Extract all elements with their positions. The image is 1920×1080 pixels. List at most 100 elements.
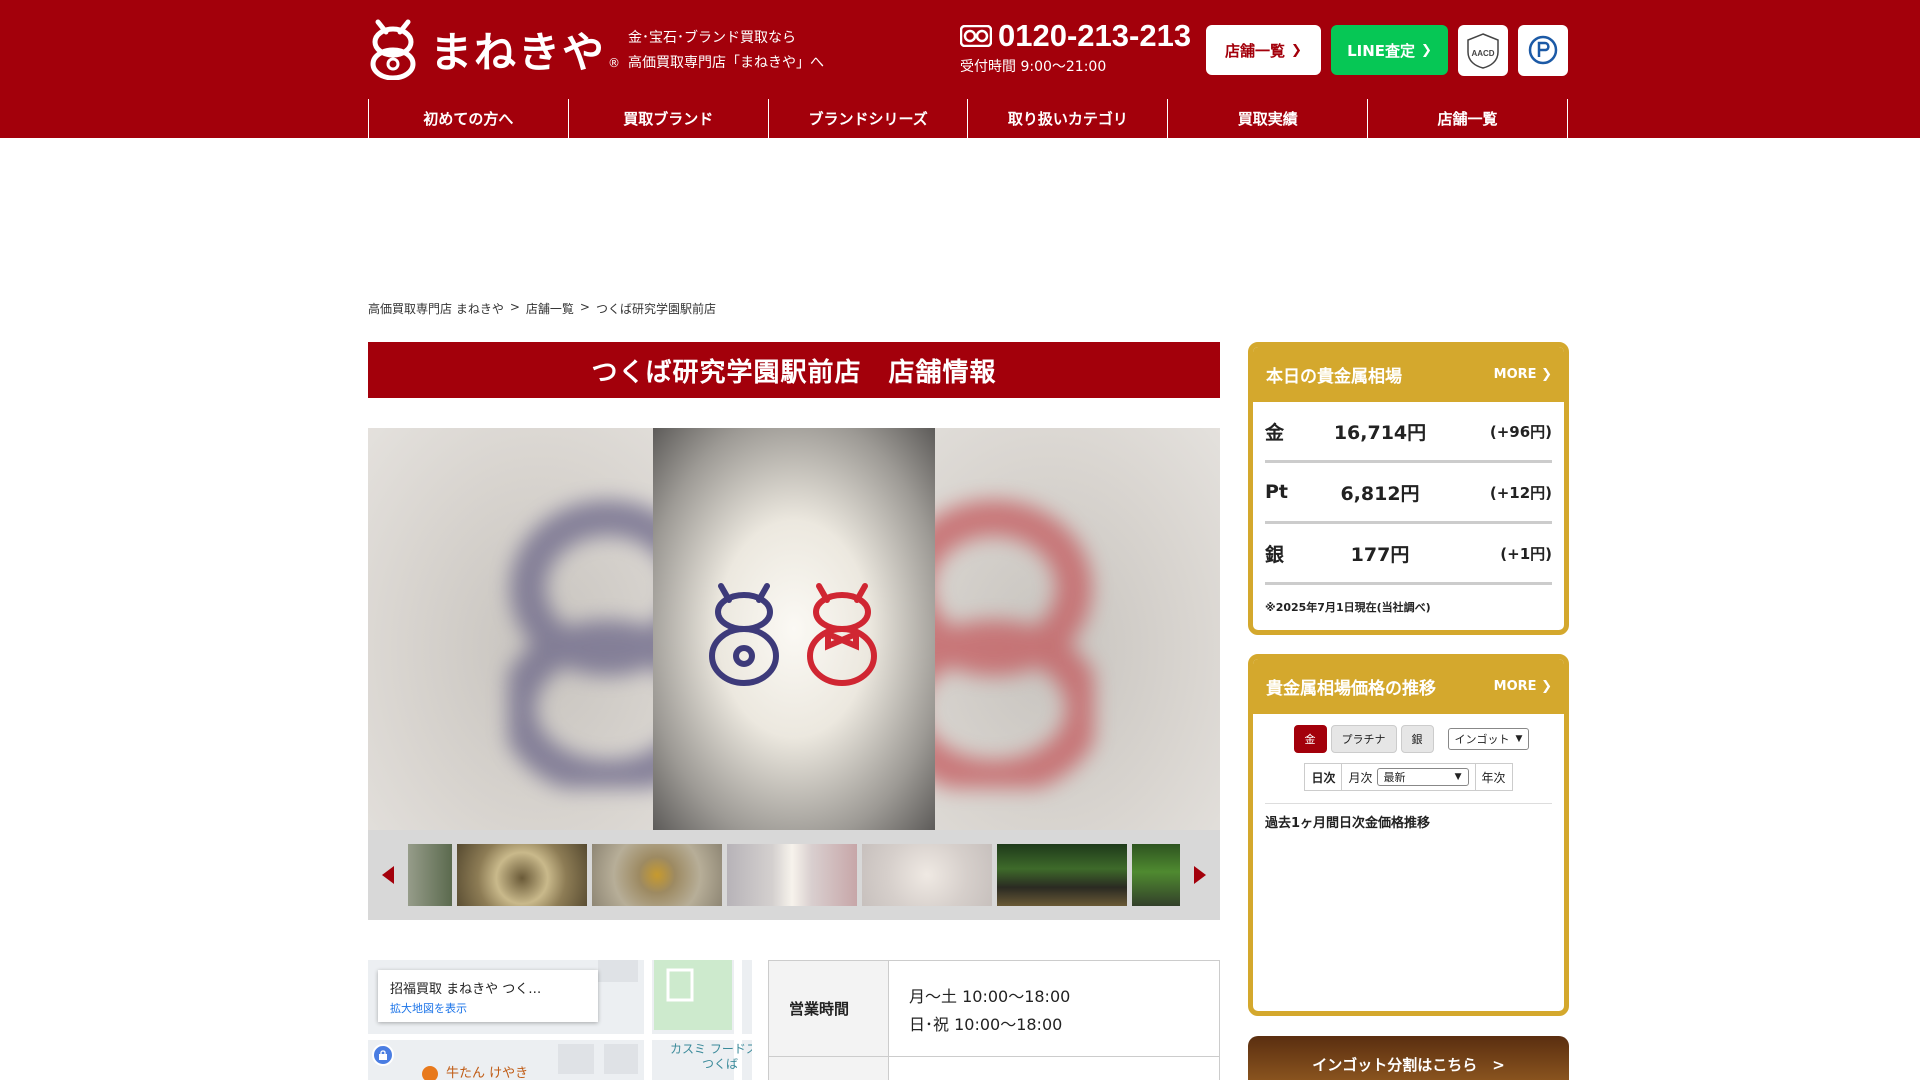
hours-header: 営業時間 xyxy=(769,961,889,1056)
chart-title: 過去1ヶ月間日次金価格推移 xyxy=(1265,803,1552,831)
rate-price: 177円 xyxy=(1350,543,1410,566)
chevron-down-icon: ▼ xyxy=(1515,734,1523,744)
logo-registered-mark: ® xyxy=(608,56,621,70)
table-row xyxy=(769,1057,1219,1080)
ingot-split-label: インゴット分割はこちら > xyxy=(1312,1056,1505,1074)
tab-platinum[interactable]: プラチナ xyxy=(1330,725,1397,753)
more-label: MORE xyxy=(1493,367,1537,382)
chevron-right-icon: ❯ xyxy=(1421,42,1432,58)
gallery-side-image-left xyxy=(368,428,654,830)
blurred-cat-logo-image xyxy=(508,500,654,788)
chevron-down-icon: ▼ xyxy=(1454,772,1462,782)
tab-gold[interactable]: 金 xyxy=(1293,725,1327,753)
hours-value: 月〜土 10:00〜18:00 日･祝 10:00〜18:00 xyxy=(889,961,1090,1056)
metal-tabs: 金 プラチナ 銀 インゴット ▼ xyxy=(1253,725,1564,753)
global-nav: 初めての方へ 買取ブランド ブランドシリーズ 取り扱いカテゴリ 買取実績 店舗一… xyxy=(368,99,1568,138)
rate-diff: (+12円) xyxy=(1489,483,1552,502)
table-row: 営業時間 月〜土 10:00〜18:00 日･祝 10:00〜18:00 xyxy=(769,961,1219,1057)
price-trend-more-link[interactable]: MORE ❯ xyxy=(1494,679,1552,694)
period-daily[interactable]: 日次 xyxy=(1305,764,1343,790)
price-trend-header: 貴金属相場価格の推移 MORE ❯ xyxy=(1253,659,1564,714)
tagline-line-2: 高価買取専門店「まねきや」へ xyxy=(628,55,824,71)
lock-icon xyxy=(379,1050,387,1060)
maneki-neko-logo-icon xyxy=(370,19,416,80)
gallery-side-image-right xyxy=(934,428,1220,830)
month-select-value: 最新 xyxy=(1383,771,1406,784)
gallery-thumbnail[interactable] xyxy=(457,844,587,906)
gallery-thumbnail-strip xyxy=(368,830,1220,920)
nav-item-shops[interactable]: 店舗一覧 xyxy=(1368,99,1568,138)
arrow-left-icon[interactable] xyxy=(382,866,394,884)
maneki-neko-sign-image xyxy=(709,583,877,686)
phone-block[interactable]: 0120-213-213 受付時間 9:00〜21:00 xyxy=(960,18,1191,76)
price-trend-title: 貴金属相場価格の推移 xyxy=(1266,679,1436,699)
tagline-line-1: 金･宝石･ブランド買取なら xyxy=(628,30,796,46)
metal-rates-box: 本日の貴金属相場 MORE ❯ 金 16,714円 (+96円) Pt 6,81… xyxy=(1248,342,1569,635)
rate-row-platinum: Pt 6,812円 (+12円) xyxy=(1265,463,1552,524)
metal-rates-header: 本日の貴金属相場 MORE ❯ xyxy=(1253,347,1564,402)
breadcrumb: 高価買取専門店 まねきや > 店舗一覧 > つくば研究学園駅前店 xyxy=(368,300,716,317)
rate-row-gold: 金 16,714円 (+96円) xyxy=(1265,402,1552,463)
line-appraisal-button[interactable]: LINE査定 ❯ xyxy=(1331,25,1448,75)
hours-weekday: 月〜土 10:00〜18:00 xyxy=(909,987,1071,1006)
nav-item-brand-series[interactable]: ブランドシリーズ xyxy=(769,99,969,138)
map-place-name: 招福買取 まねきや つく… xyxy=(390,982,542,997)
lock-pin-icon[interactable] xyxy=(372,1044,394,1066)
period-monthly[interactable]: 月次 最新 ▼ xyxy=(1342,764,1476,790)
map-label: カスミ フードス xyxy=(670,1042,752,1056)
breadcrumb-separator: > xyxy=(579,300,590,314)
hours-holiday: 日･祝 10:00〜18:00 xyxy=(909,1015,1063,1034)
chevron-right-icon: ❯ xyxy=(1541,679,1552,694)
arrow-right-icon[interactable] xyxy=(1194,866,1206,884)
aacd-badge-text: AACD xyxy=(1471,49,1494,58)
header-tagline: 金･宝石･ブランド買取なら 高価買取専門店「まねきや」へ xyxy=(628,26,824,76)
period-monthly-label: 月次 xyxy=(1348,770,1373,785)
product-type-value: インゴット xyxy=(1454,733,1510,746)
nav-item-first-time[interactable]: 初めての方へ xyxy=(369,99,569,138)
breadcrumb-home[interactable]: 高価買取専門店 まねきや xyxy=(368,300,504,317)
nav-item-categories[interactable]: 取り扱いカテゴリ xyxy=(968,99,1169,138)
product-type-select[interactable]: インゴット ▼ xyxy=(1447,728,1530,750)
rate-price: 6,812円 xyxy=(1340,482,1420,505)
gallery-thumbnail[interactable] xyxy=(1132,844,1180,906)
month-select[interactable]: 最新 ▼ xyxy=(1376,768,1469,786)
rate-row-silver: 銀 177円 (+1円) xyxy=(1265,524,1552,585)
ingot-split-banner[interactable]: インゴット分割はこちら > xyxy=(1248,1036,1569,1080)
rates-note: ※2025年7月1日現在(当社調べ) xyxy=(1265,601,1431,614)
shop-list-label: 店舗一覧 xyxy=(1225,41,1286,60)
site-header: まねきや ® 金･宝石･ブランド買取なら 高価買取専門店「まねきや」へ 0120… xyxy=(0,0,1920,138)
period-yearly[interactable]: 年次 xyxy=(1476,764,1512,790)
rate-diff: (+1円) xyxy=(1500,544,1552,563)
privacy-mark-badge[interactable] xyxy=(1518,25,1568,76)
rate-metal: 金 xyxy=(1265,421,1285,444)
metal-rates-more-link[interactable]: MORE ❯ xyxy=(1494,367,1552,382)
breadcrumb-shop-list[interactable]: 店舗一覧 xyxy=(526,300,574,317)
nav-item-results[interactable]: 買取実績 xyxy=(1168,99,1369,138)
map-label: 牛たん けやき xyxy=(446,1066,528,1080)
map-expand-link[interactable]: 拡大地図を表示 xyxy=(390,1000,586,1016)
thumbnail-list xyxy=(408,844,1180,906)
aacd-badge[interactable]: AACD xyxy=(1458,25,1508,76)
site-logo[interactable]: まねきや ® xyxy=(368,18,620,80)
gallery-thumbnail[interactable] xyxy=(727,844,857,906)
gallery-thumbnail[interactable] xyxy=(997,844,1127,906)
rate-metal: Pt xyxy=(1265,481,1289,503)
shop-map[interactable]: カスミ フードス つくば 牛たん けやき 招福買取 まねきや つく… 拡大地図を… xyxy=(368,960,752,1080)
rate-diff: (+96円) xyxy=(1489,422,1552,441)
gallery-thumbnail[interactable] xyxy=(862,844,992,906)
table-header-cell xyxy=(769,1057,889,1080)
nav-item-brands[interactable]: 買取ブランド xyxy=(569,99,769,138)
gallery-thumbnail[interactable] xyxy=(592,844,722,906)
header-shop-list-button[interactable]: 店舗一覧 ❯ xyxy=(1206,25,1321,75)
tab-silver[interactable]: 銀 xyxy=(1400,725,1434,753)
shop-photo-gallery[interactable] xyxy=(368,428,1220,830)
shop-info-table: 営業時間 月〜土 10:00〜18:00 日･祝 10:00〜18:00 xyxy=(768,960,1220,1080)
chevron-right-icon: ❯ xyxy=(1291,42,1302,58)
chevron-right-icon: ❯ xyxy=(1541,367,1552,382)
breadcrumb-separator: > xyxy=(509,300,520,314)
phone-number[interactable]: 0120-213-213 xyxy=(998,18,1191,54)
privacy-mark-icon xyxy=(1528,35,1558,64)
gallery-thumbnail[interactable] xyxy=(408,844,452,906)
gallery-main-image xyxy=(653,428,935,830)
aacd-shield-icon: AACD xyxy=(1467,32,1499,69)
